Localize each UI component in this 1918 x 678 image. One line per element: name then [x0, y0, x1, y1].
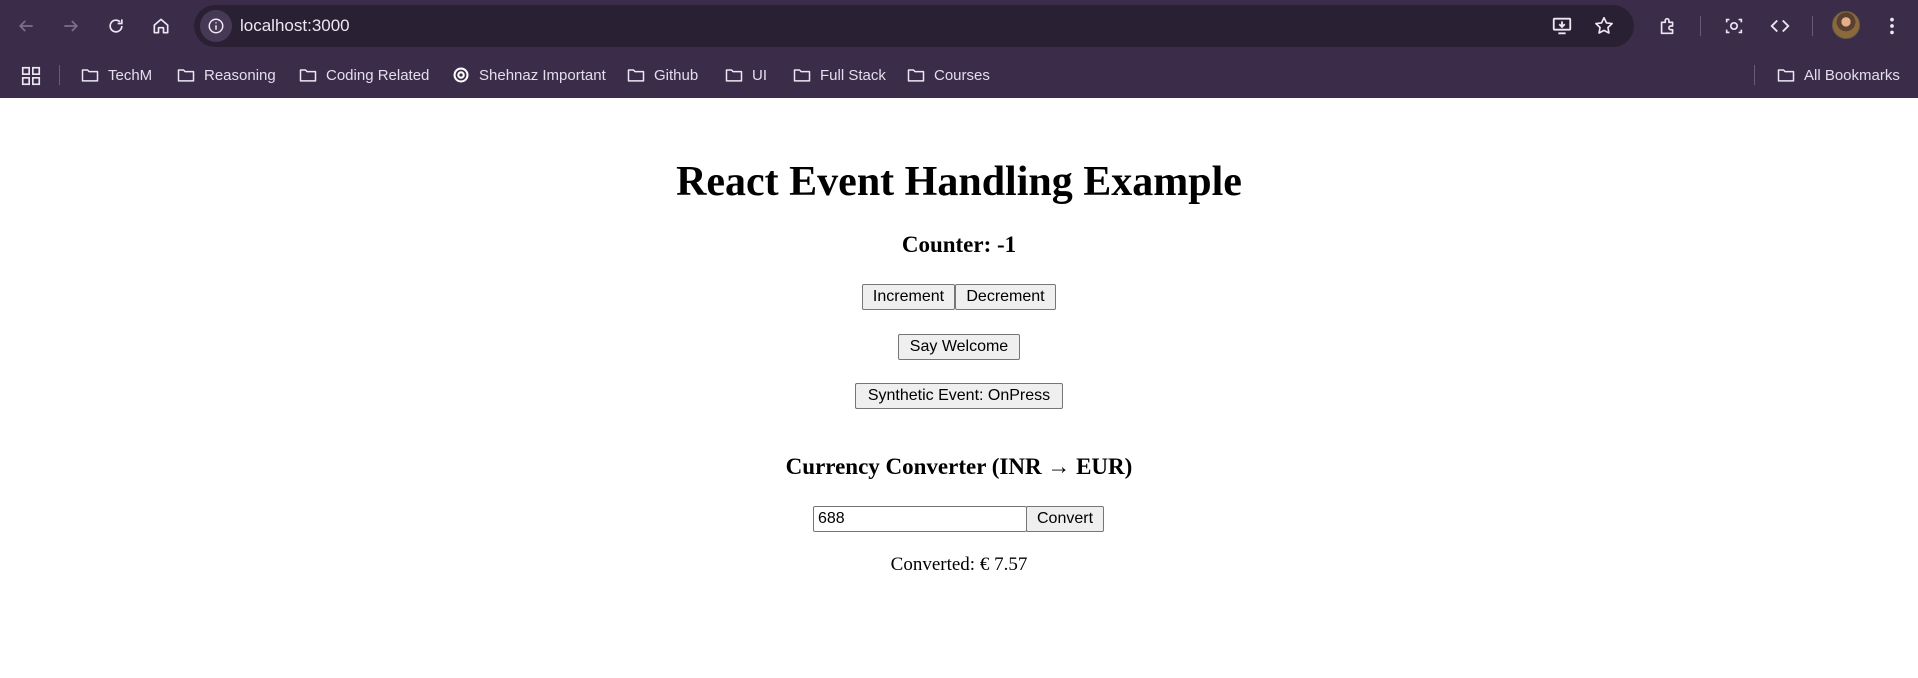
code-icon — [1770, 19, 1790, 33]
reload-button[interactable] — [98, 8, 134, 44]
page-content: React Event Handling Example Counter: -1… — [0, 98, 1918, 678]
home-button[interactable] — [143, 8, 179, 44]
site-info-button[interactable] — [200, 10, 232, 42]
conversion-result: Converted: € 7.57 — [890, 554, 1028, 575]
bookmark-label: Github — [654, 66, 699, 84]
menu-button[interactable] — [1876, 10, 1908, 42]
bookmark-label: Full Stack — [820, 66, 886, 84]
bookmark-label: UI — [752, 66, 767, 84]
say-welcome-button[interactable]: Say Welcome — [898, 334, 1020, 360]
all-bookmarks-button[interactable]: All Bookmarks — [1776, 63, 1900, 87]
page-title: React Event Handling Example — [676, 159, 1242, 205]
bookmark-label: Shehnaz Important — [479, 66, 606, 84]
info-icon — [208, 18, 224, 34]
more-vertical-icon — [1890, 17, 1894, 35]
bookmark-shehnaz-important[interactable]: Shehnaz Important — [451, 63, 606, 87]
back-arrow-icon — [18, 20, 33, 32]
url-text: localhost:3000 — [240, 16, 350, 35]
bookmark-label: Reasoning — [204, 66, 276, 84]
profile-avatar[interactable] — [1832, 11, 1860, 39]
decrement-button[interactable]: Decrement — [955, 284, 1056, 310]
bookmark-ui[interactable]: UI — [724, 63, 767, 87]
home-icon — [153, 18, 169, 34]
bookmarks-divider — [1754, 65, 1755, 85]
bookmark-github[interactable]: Github — [626, 63, 698, 87]
star-icon — [1595, 16, 1613, 34]
bookmarks-divider — [59, 65, 60, 85]
bookmark-label: Coding Related — [326, 66, 430, 84]
camera-icon — [1725, 18, 1743, 34]
folder-icon — [177, 69, 195, 82]
toolbar-divider — [1700, 16, 1701, 36]
devtools-button[interactable] — [1764, 10, 1796, 42]
address-bar[interactable]: localhost:3000 — [194, 5, 1634, 47]
apps-grid-icon[interactable] — [20, 65, 42, 87]
extensions-button[interactable] — [1652, 10, 1684, 42]
folder-icon — [793, 69, 811, 82]
install-icon — [1552, 17, 1572, 35]
bookmark-star-button[interactable] — [1592, 14, 1616, 38]
puzzle-icon — [1660, 17, 1674, 35]
bookmark-courses[interactable]: Courses — [906, 63, 990, 87]
openai-icon — [453, 67, 469, 83]
browser-toolbar: localhost:3000 — [0, 0, 1918, 52]
install-app-button[interactable] — [1550, 14, 1574, 38]
counter-label: Counter: -1 — [901, 232, 1017, 257]
folder-icon — [81, 69, 99, 82]
forward-button[interactable] — [53, 8, 89, 44]
reload-icon — [109, 19, 123, 33]
folder-icon — [907, 69, 925, 82]
bookmark-reasoning[interactable]: Reasoning — [176, 63, 276, 87]
bookmark-coding-related[interactable]: Coding Related — [298, 63, 429, 87]
folder-icon — [299, 69, 317, 82]
bookmark-full-stack[interactable]: Full Stack — [792, 63, 886, 87]
folder-icon — [1777, 69, 1795, 82]
currency-converter-title: Currency Converter (INR → EUR) — [785, 454, 1133, 479]
folder-icon — [627, 69, 645, 82]
screenshot-button[interactable] — [1718, 10, 1750, 42]
bookmarks-bar: TechM Reasoning Coding Related Shehnaz I… — [0, 52, 1918, 98]
amount-input[interactable] — [813, 506, 1027, 532]
browser-chrome: localhost:3000 TechM Reasoning Coding Re… — [0, 0, 1918, 98]
folder-icon — [725, 69, 743, 82]
back-button[interactable] — [8, 8, 44, 44]
convert-button[interactable]: Convert — [1026, 506, 1104, 532]
bookmark-label: TechM — [108, 66, 153, 84]
synthetic-event-button[interactable]: Synthetic Event: OnPress — [855, 383, 1063, 409]
bookmark-label: Courses — [934, 66, 990, 84]
all-bookmarks-label: All Bookmarks — [1804, 66, 1900, 84]
toolbar-divider — [1812, 16, 1813, 36]
forward-arrow-icon — [64, 20, 79, 32]
increment-button[interactable]: Increment — [862, 284, 955, 310]
bookmark-techm[interactable]: TechM — [80, 63, 152, 87]
